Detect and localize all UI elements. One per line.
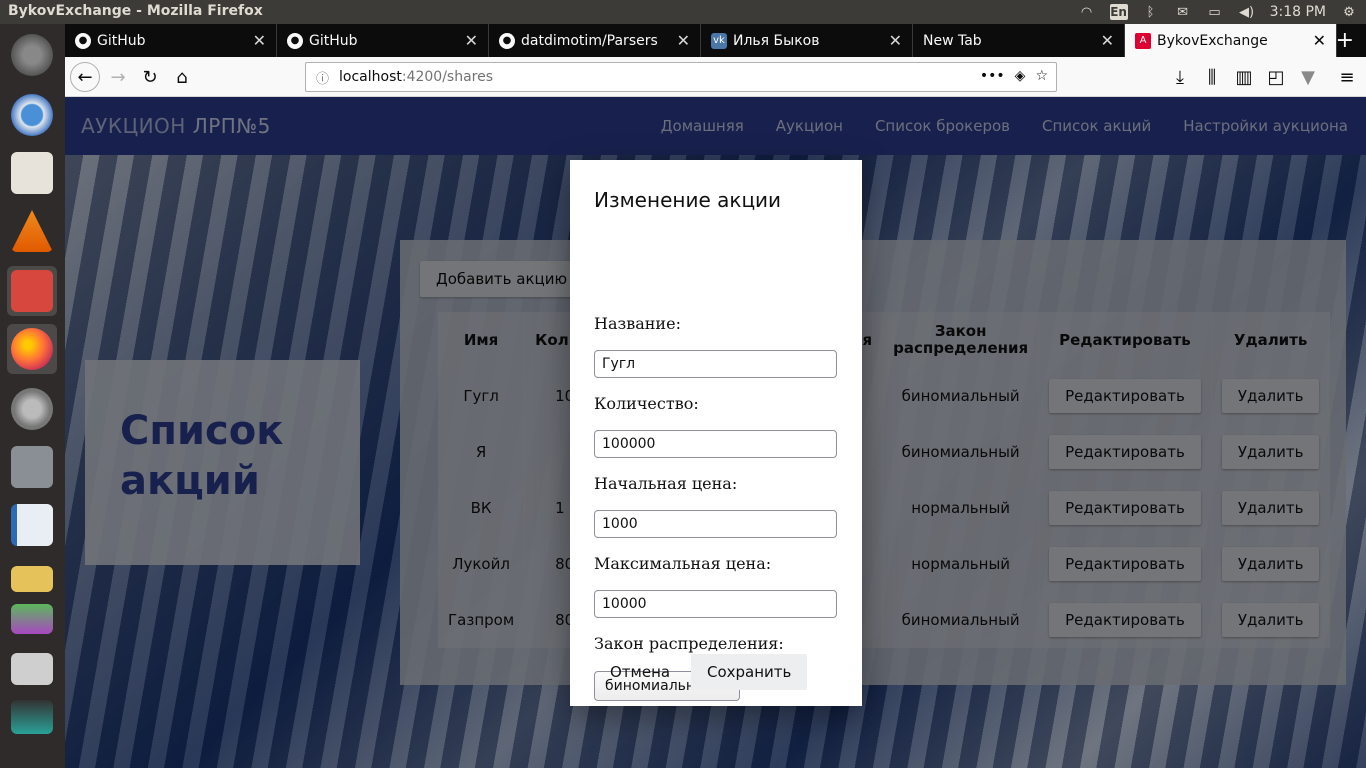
home-icon[interactable]: ⌂ xyxy=(167,62,197,92)
launcher xyxy=(0,24,65,768)
tab-label: GitHub xyxy=(97,32,146,49)
max-price-input[interactable] xyxy=(594,590,837,618)
chromium-icon[interactable] xyxy=(7,90,57,140)
close-icon[interactable]: ✕ xyxy=(889,31,902,50)
vpn-extension-icon[interactable]: ▼ xyxy=(1293,62,1323,92)
github-icon: ● xyxy=(287,32,303,49)
vk-icon: vk xyxy=(711,32,727,49)
url-bar[interactable]: ⓘ localhost:4200/shares ••• ◈ ☆ xyxy=(305,62,1057,92)
close-icon[interactable]: ✕ xyxy=(677,31,690,50)
ubuntu-dash-icon[interactable] xyxy=(7,30,57,80)
workspace-switcher-icon[interactable] xyxy=(7,644,57,694)
tab-label: BykovExchange xyxy=(1157,32,1268,49)
hamburger-menu-icon[interactable]: ≡ xyxy=(1332,62,1362,92)
bluetooth-icon[interactable]: ᛒ xyxy=(1142,4,1160,20)
save-button[interactable]: Сохранить xyxy=(691,654,808,690)
tab-new-tab[interactable]: New Tab ✕ xyxy=(913,24,1125,57)
downloads-icon[interactable]: ⤓ xyxy=(1165,62,1195,92)
battery-icon[interactable]: ▭ xyxy=(1206,4,1224,20)
tab-label: Илья Быков xyxy=(733,32,820,49)
cancel-button[interactable]: Отмена xyxy=(594,654,686,690)
app-stack-icon[interactable] xyxy=(7,594,57,644)
back-arrow-icon[interactable]: ← xyxy=(70,62,100,92)
github-icon: ● xyxy=(75,32,91,49)
tab-github-2[interactable]: ● GitHub ✕ xyxy=(277,24,489,57)
close-icon[interactable]: ✕ xyxy=(465,31,478,50)
new-tab-plus-icon[interactable]: + xyxy=(1336,28,1354,53)
name-label: Название: xyxy=(594,314,681,333)
tab-bykovexchange[interactable]: A BykovExchange ✕ xyxy=(1125,24,1337,57)
tab-label: GitHub xyxy=(309,32,358,49)
writer-document-icon[interactable] xyxy=(7,500,57,550)
mail-icon[interactable]: ✉ xyxy=(1174,4,1192,20)
keyboard-language-indicator[interactable]: En xyxy=(1109,4,1128,20)
max-price-label: Максимальная цена: xyxy=(594,554,772,573)
close-icon[interactable]: ✕ xyxy=(1101,31,1114,50)
os-top-panel: BykovExchange - Mozilla Firefox ◠ En ᛒ ✉… xyxy=(0,0,1366,24)
angular-icon: A xyxy=(1135,32,1151,49)
reload-icon[interactable]: ↻ xyxy=(135,62,165,92)
close-icon[interactable]: ✕ xyxy=(1313,31,1326,50)
url-host: localhost xyxy=(339,69,402,85)
quantity-label: Количество: xyxy=(594,394,699,413)
quantity-input[interactable] xyxy=(594,430,837,458)
close-icon[interactable]: ✕ xyxy=(253,31,266,50)
tab-label: datdimotim/Parsers xyxy=(521,32,658,49)
web-page: АУКЦИОН ЛРП№5 Домашняя Аукцион Список бр… xyxy=(65,97,1366,768)
sidebar-icon[interactable]: ▥ xyxy=(1229,62,1259,92)
distribution-law-label: Закон распределения: xyxy=(594,634,784,653)
start-price-input[interactable] xyxy=(594,510,837,538)
settings-gear-icon[interactable]: ⚙ xyxy=(1340,4,1358,20)
tab-vk[interactable]: vk Илья Быков ✕ xyxy=(701,24,913,57)
screenshot-icon[interactable]: ◰ xyxy=(1261,62,1291,92)
disk-usage-icon[interactable] xyxy=(7,442,57,492)
github-icon: ● xyxy=(499,32,515,49)
software-center-icon[interactable] xyxy=(7,148,57,198)
wifi-icon[interactable]: ◠ xyxy=(1078,4,1096,20)
url-path: :4200/shares xyxy=(401,69,494,85)
clock[interactable]: 3:18 PM xyxy=(1270,4,1326,20)
edit-share-modal: Изменение акции Название: Количество: На… xyxy=(570,160,862,706)
volume-icon[interactable]: ◀) xyxy=(1238,4,1256,20)
site-info-icon[interactable]: ⓘ xyxy=(316,68,329,87)
pocket-icon[interactable]: ◈ xyxy=(1015,68,1026,84)
tab-parsers[interactable]: ● datdimotim/Parsers ✕ xyxy=(489,24,701,57)
system-settings-icon[interactable] xyxy=(7,384,57,434)
library-icon[interactable]: ⫼ xyxy=(1197,62,1227,92)
forward-arrow-icon[interactable]: → xyxy=(103,62,133,92)
browser-tab-bar: ● GitHub ✕ ● GitHub ✕ ● datdimotim/Parse… xyxy=(65,24,1366,57)
tab-label: New Tab xyxy=(923,32,982,49)
terminal-stack-icon[interactable] xyxy=(7,692,57,742)
browser-nav-bar: ← → ↻ ⌂ ⓘ localhost:4200/shares ••• ◈ ☆ … xyxy=(65,57,1366,97)
vlc-icon[interactable] xyxy=(7,206,57,256)
firefox-icon[interactable] xyxy=(7,324,57,374)
bookmark-star-icon[interactable]: ☆ xyxy=(1035,68,1048,84)
start-price-label: Начальная цена: xyxy=(594,474,738,493)
system-tray: ◠ En ᛒ ✉ ▭ ◀) 3:18 PM ⚙ xyxy=(1078,0,1358,24)
window-title: BykovExchange - Mozilla Firefox xyxy=(8,3,263,19)
file-manager-icon[interactable] xyxy=(7,266,57,316)
modal-title: Изменение акции xyxy=(594,188,782,212)
name-input[interactable] xyxy=(594,350,837,378)
tab-github-1[interactable]: ● GitHub ✕ xyxy=(65,24,277,57)
page-actions-icon[interactable]: ••• xyxy=(980,68,1005,84)
